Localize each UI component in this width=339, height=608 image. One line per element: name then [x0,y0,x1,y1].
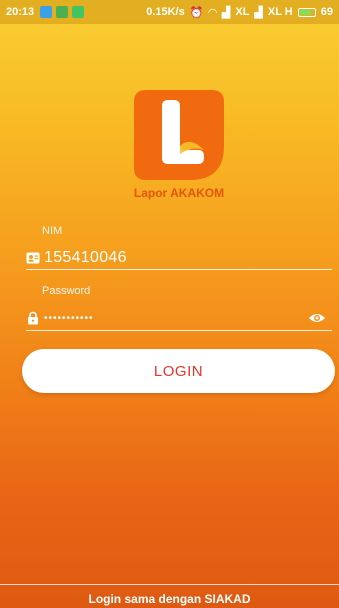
app-name: Lapor AKAKOM [133,186,225,200]
status-bar: 20:13 0.15K/s ⏰ ◠ ▟ XL ▟ XL H 69 [0,0,339,24]
carrier-2: XL H [267,6,293,18]
password-input[interactable]: ••••••••••• [44,313,94,324]
lapor-akakom-logo-icon [134,90,224,180]
footer-note: Login sama dengan SIAKAD [88,592,251,606]
signal-icon: ▟ [254,6,263,19]
notification-app-icon [56,6,69,18]
footer-divider [0,584,339,585]
signal-icon: ▟ [221,6,231,19]
alarm-icon: ⏰ [189,6,204,19]
notification-app-icon [40,6,53,18]
status-time: 20:13 [6,6,35,18]
status-indicators: 0.15K/s ⏰ ◠ ▟ XL ▟ XL H 69 [146,6,333,19]
nim-input[interactable]: 155410046 [44,249,127,267]
wifi-icon: ◠ [208,6,217,19]
nim-underline [26,269,332,270]
nim-field[interactable]: 155410046 [26,247,332,269]
id-card-icon [26,252,40,264]
password-field[interactable]: ••••••••••• [26,307,332,329]
password-label: Password [42,285,91,297]
battery-level: 69 [320,6,333,18]
network-speed: 0.15K/s [146,6,185,18]
lock-icon [28,311,38,325]
nim-label: NIM [42,225,63,237]
show-password-eye-icon[interactable] [308,311,326,325]
notification-app-icon [72,6,85,18]
password-underline [26,330,332,331]
login-button[interactable]: LOGIN [22,349,335,393]
carrier-1: XL [235,6,250,18]
battery-icon [297,7,316,17]
